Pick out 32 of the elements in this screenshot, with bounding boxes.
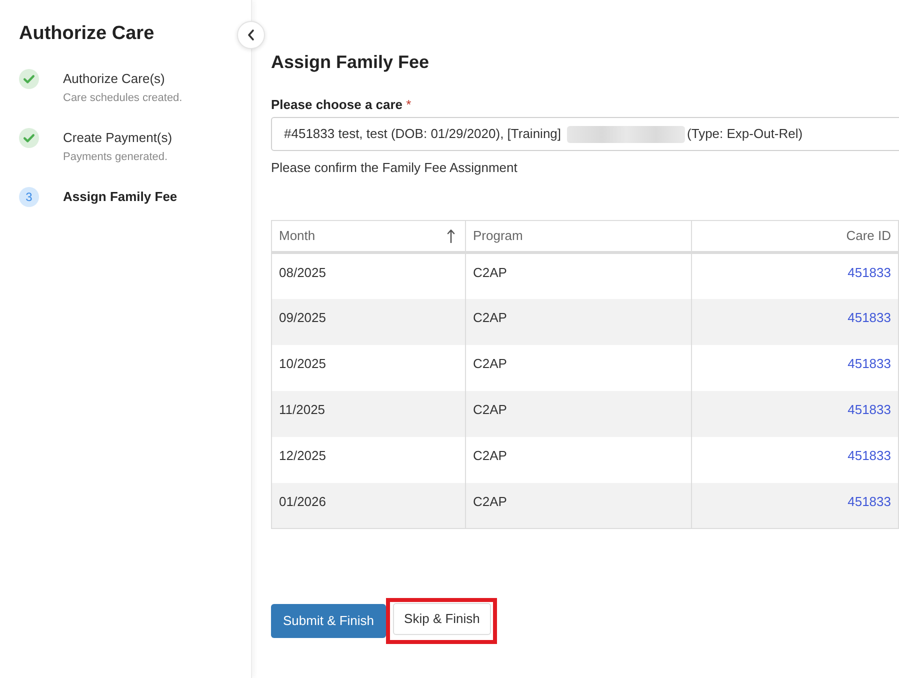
- collapse-button[interactable]: [237, 21, 265, 49]
- chevron-left-icon: [247, 29, 255, 41]
- step-subtitle: Payments generated.: [63, 150, 169, 164]
- column-header[interactable]: Program: [466, 220, 692, 252]
- page-title: Assign Family Fee: [271, 51, 430, 74]
- sidebar-title: Authorize Care: [19, 22, 156, 46]
- skip-button[interactable]: Skip & Finish: [393, 603, 491, 635]
- check-icon: [19, 69, 39, 89]
- step-title[interactable]: Assign Family Fee: [63, 189, 178, 205]
- step-title[interactable]: Authorize Care(s): [63, 71, 182, 87]
- column-header[interactable]: Care ID: [692, 220, 898, 252]
- check-icon: [19, 128, 39, 148]
- step-subtitle: Care schedules created.: [63, 91, 182, 105]
- care-id-link[interactable]: 451833: [848, 265, 891, 280]
- step-title[interactable]: Create Payment(s): [63, 130, 172, 146]
- column-header[interactable]: Month: [272, 220, 466, 252]
- table-cell: C2AP: [466, 390, 692, 436]
- submit-button[interactable]: Submit & Finish: [271, 604, 386, 638]
- table-cell: 01/2026: [272, 482, 466, 528]
- care-select[interactable]: #451833 test, test (DOB: 01/29/2020), [Training] (Type: Exp-Out-Rel): [271, 117, 899, 151]
- step-number: 3: [19, 187, 39, 207]
- confirm-text: Please confirm the Family Fee Assignment: [271, 159, 518, 177]
- care-id-link[interactable]: 451833: [848, 356, 891, 370]
- care-id-link[interactable]: 451833: [848, 402, 891, 416]
- care-id-link[interactable]: 451833: [848, 310, 891, 324]
- care-id-link[interactable]: 451833: [848, 494, 891, 508]
- care-id-link[interactable]: 451833: [848, 448, 891, 462]
- table-cell: C2AP: [466, 482, 692, 528]
- table-cell: 11/2025: [272, 390, 466, 436]
- table-cell: 09/2025: [272, 298, 466, 344]
- table-cell: C2AP: [466, 298, 692, 344]
- field-label: Please choose a care *: [271, 96, 412, 114]
